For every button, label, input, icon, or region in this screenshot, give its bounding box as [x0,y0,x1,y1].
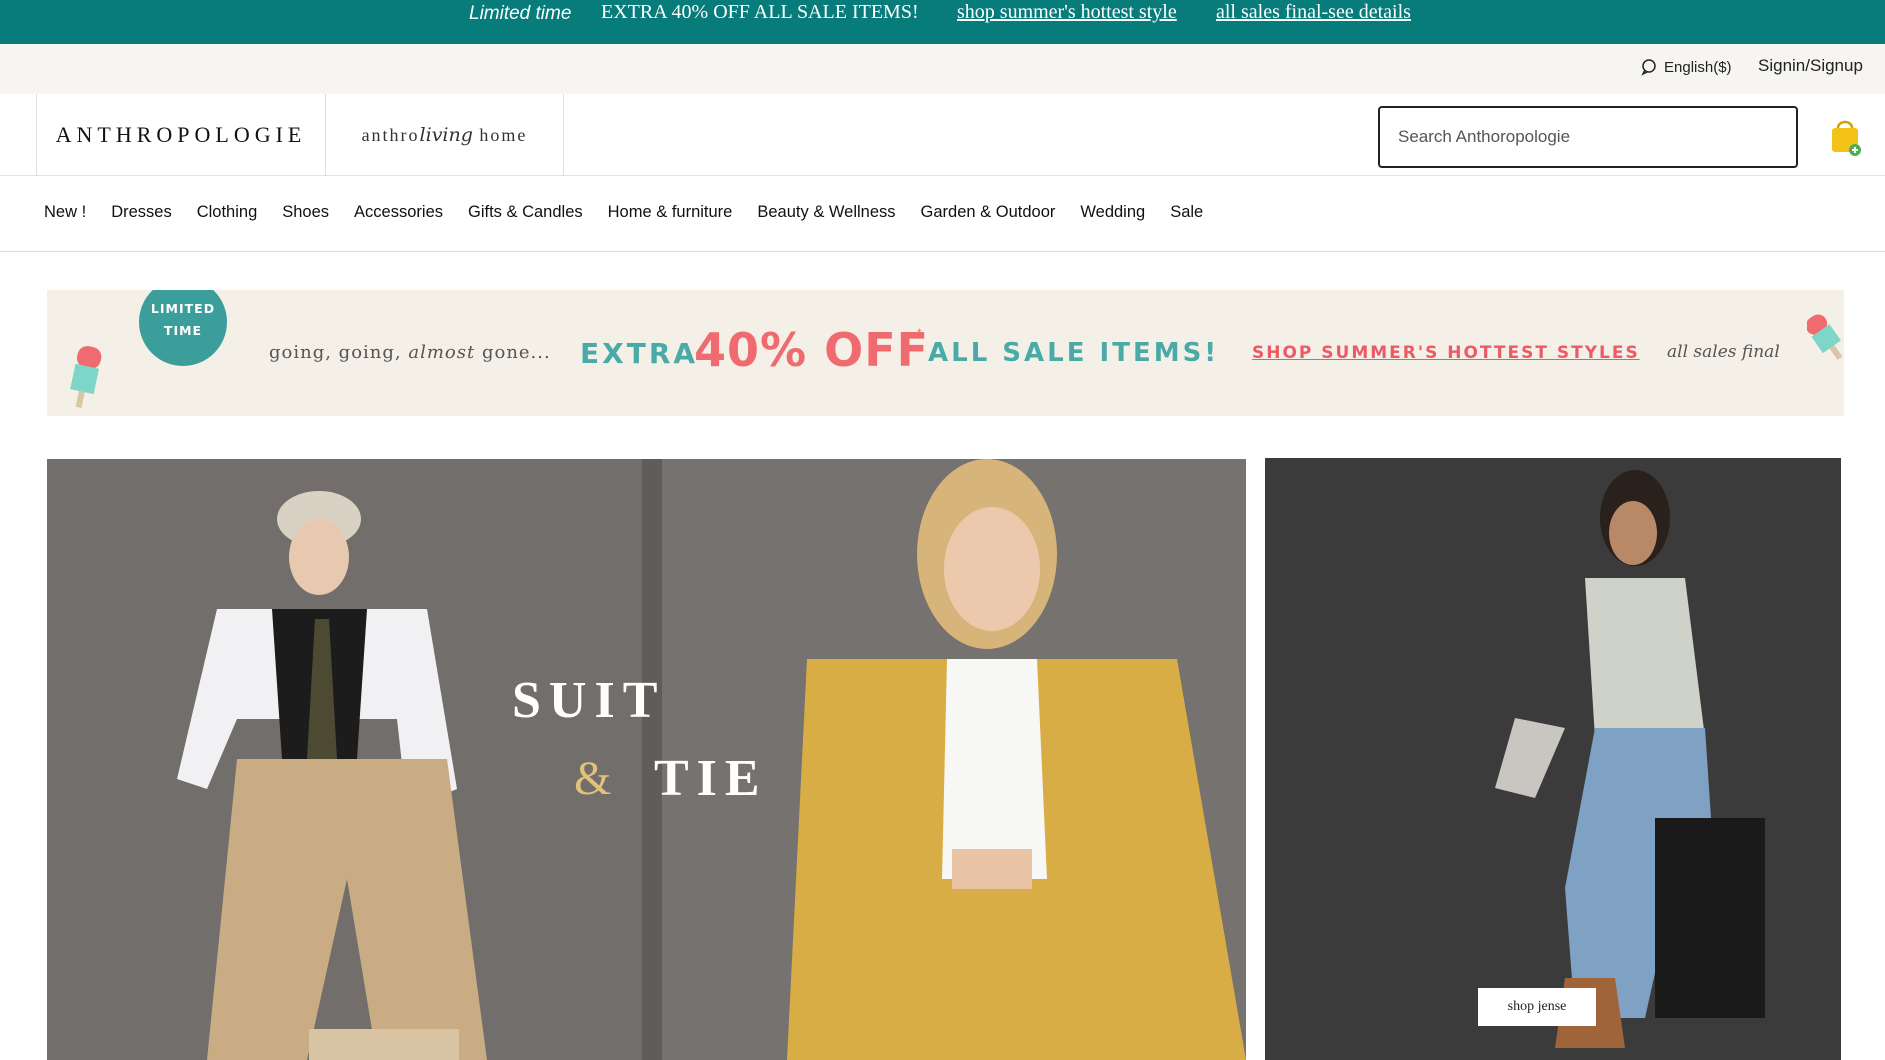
header: ANTHROPOLOGIE anthroliving home [0,94,1885,176]
anthropologie-logo[interactable]: ANTHROPOLOGIE [36,94,326,176]
promo-bar: Limited time EXTRA 40% OFF ALL SALE ITEM… [0,0,1885,44]
nav-item-beauty-wellness[interactable]: Beauty & Wellness [757,203,895,222]
promo-shop-link[interactable]: shop summer's hottest style [957,1,1177,24]
hero-suit-and-tie[interactable]: SUIT & TIE [47,459,1246,1060]
promo-limited-time: Limited time [469,3,572,24]
popsicle-icon [1807,314,1843,360]
utility-bar: English($) Signin/Signup [0,44,1885,94]
search-box [1378,106,1798,168]
search-input[interactable] [1398,127,1778,147]
banner-shop-link[interactable]: SHOP SUMMER'S HOTTEST STYLES [1252,343,1640,363]
promo-details-link[interactable]: all sales final-see details [1216,1,1411,24]
nav-item-clothing[interactable]: Clothing [197,203,258,222]
promo-extra-offer: EXTRA 40% OFF ALL SALE ITEMS! [601,1,919,23]
banner-percent-off: 40% OFF [694,323,930,377]
sale-banner[interactable]: LIMITED TIME going, going, almost gone..… [47,290,1844,416]
main-nav: New ! Dresses Clothing Shoes Accessories… [0,176,1885,252]
hero-title-suit: SUIT [512,672,666,729]
nav-item-garden-outdoor[interactable]: Garden & Outdoor [921,203,1056,222]
language-selector[interactable]: English($) [1640,58,1732,76]
nav-item-home-furniture[interactable]: Home & furniture [608,203,733,222]
globe-pin-icon [1641,59,1656,76]
hero-jense[interactable]: shop jense [1265,458,1841,1060]
nav-item-gifts-candles[interactable]: Gifts & Candles [468,203,583,222]
nav-item-wedding[interactable]: Wedding [1080,203,1145,222]
banner-extra-text: EXTRA [580,337,699,370]
nav-item-sale[interactable]: Sale [1170,203,1203,222]
hero-jense-image [1265,458,1841,1060]
hero-title-ampersand: & [574,752,612,805]
hero-title-tie: TIE [654,750,768,807]
anthro-living-logo-text: anthroliving home [361,124,528,146]
anthropologie-logo-text: ANTHROPOLOGIE [55,122,307,147]
anthro-living-home-logo[interactable]: anthroliving home [326,94,564,176]
language-label: English($) [1664,58,1732,76]
shop-jense-button[interactable]: shop jense [1478,988,1596,1026]
signin-link[interactable]: Signin/Signup [1758,56,1863,76]
banner-sale-items-text: ALL SALE ITEMS! [928,338,1220,368]
hero-suit-and-tie-image [47,459,1246,1060]
popsicle-icon [70,346,102,408]
going-gone-text: going, going, almost gone... [269,342,551,363]
nav-item-new[interactable]: New ! [44,203,86,222]
nav-item-shoes[interactable]: Shoes [282,203,329,222]
limited-time-badge: LIMITED TIME [139,290,227,366]
nav-item-dresses[interactable]: Dresses [111,203,172,222]
shopping-bag-icon[interactable] [1828,116,1862,156]
nav-item-accessories[interactable]: Accessories [354,203,443,222]
banner-asterisk: * [917,326,922,340]
banner-all-sales-final: all sales final [1667,342,1780,362]
